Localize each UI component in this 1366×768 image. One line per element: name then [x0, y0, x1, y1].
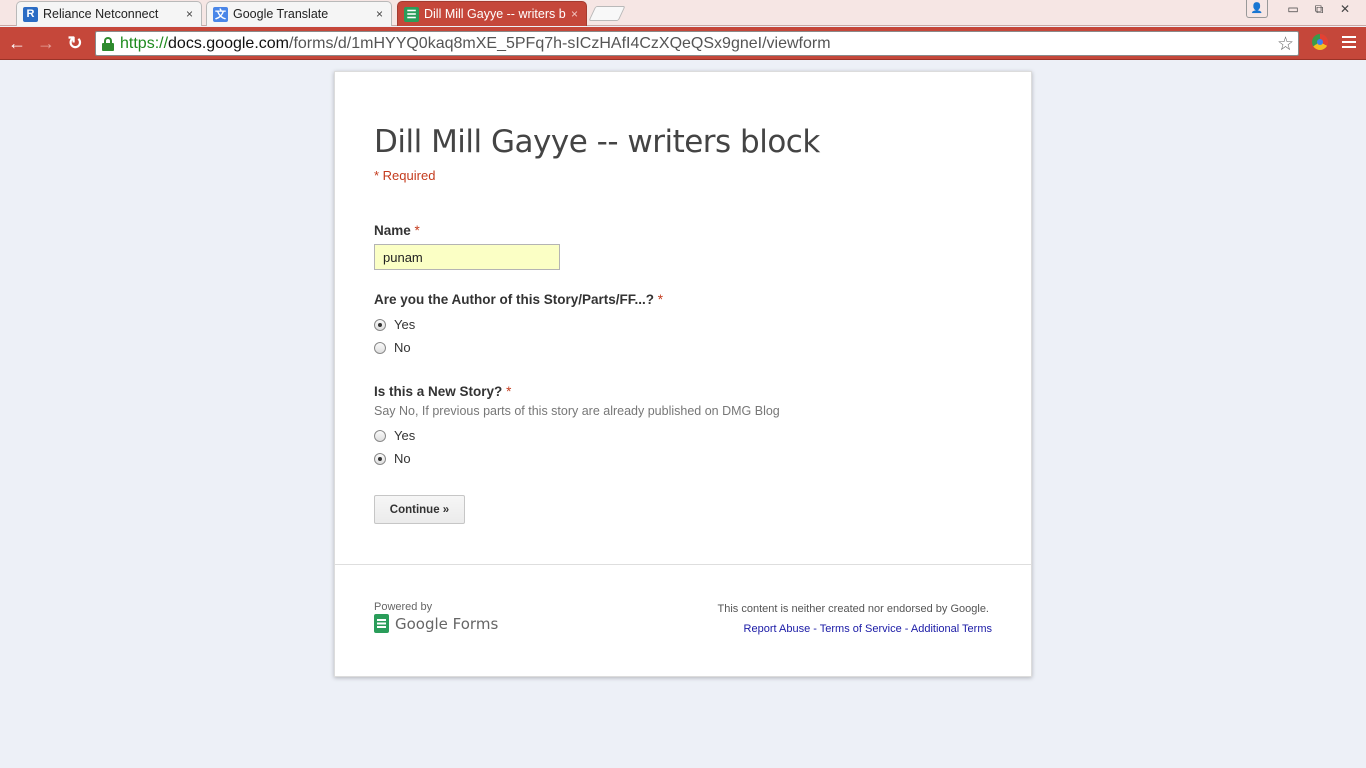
author-option-yes[interactable]: Yes [374, 317, 415, 332]
tab-title: Dill Mill Gayye -- writers b [424, 7, 566, 21]
radio-button[interactable] [374, 341, 386, 354]
google-forms-favicon-icon: ☰ [404, 6, 419, 22]
new-tab-button[interactable] [588, 6, 626, 21]
tab-close-icon[interactable]: × [376, 7, 383, 21]
chrome-extension-icon[interactable] [1312, 34, 1328, 50]
lock-icon [102, 36, 114, 51]
powered-by-label: Powered by [374, 601, 433, 613]
question-new-story-help: Say No, If previous parts of this story … [374, 404, 780, 418]
browser-toolbar: ← → ↻ https://docs.google.com/forms/d/1m… [0, 27, 1366, 60]
new-story-option-no[interactable]: No [374, 451, 411, 466]
required-asterisk: * [506, 384, 512, 399]
minimize-icon[interactable]: ▭ [1280, 0, 1306, 18]
name-input[interactable] [374, 244, 560, 270]
restore-icon[interactable]: ⧉ [1306, 0, 1332, 18]
required-asterisk: * [414, 223, 420, 238]
google-disclaimer: This content is neither created nor endo… [717, 603, 990, 615]
tab-title: Google Translate [233, 7, 329, 21]
forward-arrow-icon[interactable]: → [35, 32, 57, 54]
close-window-icon[interactable]: ✕ [1332, 0, 1358, 18]
back-arrow-icon[interactable]: ← [6, 32, 28, 54]
continue-button[interactable]: Continue » [374, 495, 465, 524]
address-bar[interactable]: https://docs.google.com/forms/d/1mHYYQ0k… [95, 31, 1299, 56]
radio-button[interactable] [374, 429, 386, 442]
tab-close-icon[interactable]: × [571, 7, 578, 21]
footer-links: Report Abuse - Terms of Service - Additi… [743, 623, 992, 635]
page-background: Dill Mill Gayye -- writers block * Requi… [0, 61, 1366, 768]
tab-reliance-netconnect[interactable]: R Reliance Netconnect × [16, 1, 202, 26]
report-abuse-link[interactable]: Report Abuse [744, 623, 811, 635]
profile-icon[interactable]: 👤 [1246, 0, 1268, 18]
additional-terms-link[interactable]: Additional Terms [911, 623, 992, 635]
tab-google-form[interactable]: ☰ Dill Mill Gayye -- writers b × [397, 1, 587, 26]
required-asterisk: * [657, 292, 664, 307]
tab-google-translate[interactable]: 文 Google Translate × [206, 1, 392, 26]
google-forms-icon [374, 614, 389, 633]
google-forms-logo[interactable]: Google Forms [374, 614, 498, 633]
form-title: Dill Mill Gayye -- writers block [374, 124, 820, 160]
reliance-favicon-icon: R [23, 6, 38, 22]
form-card: Dill Mill Gayye -- writers block * Requi… [334, 71, 1032, 677]
radio-button[interactable] [374, 318, 386, 331]
question-author-label: Are you the Author of this Story/Parts/F… [374, 292, 664, 307]
url-text[interactable]: https://docs.google.com/forms/d/1mHYYQ0k… [120, 35, 831, 53]
terms-of-service-link[interactable]: Terms of Service [820, 623, 902, 635]
footer-divider [335, 564, 1031, 565]
tab-strip: R Reliance Netconnect × 文 Google Transla… [0, 0, 1366, 26]
tab-close-icon[interactable]: × [186, 7, 193, 21]
bookmark-star-icon[interactable]: ☆ [1277, 33, 1294, 56]
google-translate-icon: 文 [213, 6, 228, 22]
new-story-option-yes[interactable]: Yes [374, 428, 415, 443]
radio-button[interactable] [374, 452, 386, 465]
hamburger-menu-icon[interactable] [1342, 36, 1356, 51]
tab-title: Reliance Netconnect [43, 7, 159, 21]
question-new-story-label: Is this a New Story? * [374, 384, 512, 399]
required-note: * Required [374, 168, 436, 183]
reload-icon[interactable]: ↻ [64, 32, 86, 54]
author-option-no[interactable]: No [374, 340, 411, 355]
question-name-label: Name * [374, 223, 420, 238]
window-controls: 👤 ▭ ⧉ ✕ [1246, 0, 1358, 18]
